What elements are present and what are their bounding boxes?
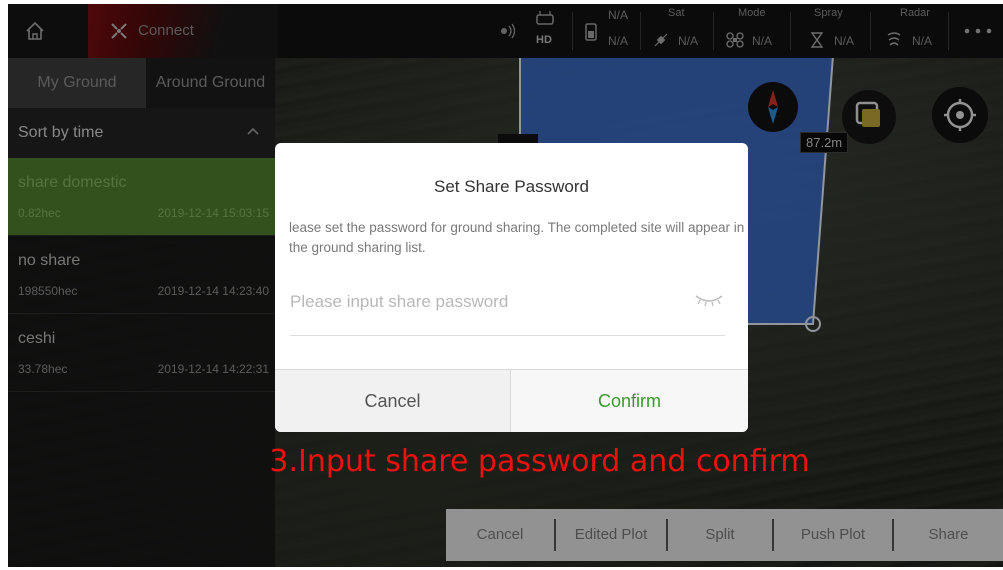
- confirm-button[interactable]: Confirm: [511, 370, 748, 432]
- cancel-button[interactable]: Cancel: [275, 370, 511, 432]
- share-password-dialog: Set Share Password lease set the passwor…: [275, 143, 748, 432]
- share-password-input[interactable]: [290, 287, 675, 317]
- eye-closed-icon[interactable]: [694, 293, 724, 307]
- app-window: 87.2m Connect HD N/A N/A Sat N/A Mode N/…: [8, 4, 1003, 567]
- dialog-title: Set Share Password: [434, 177, 589, 196]
- dialog-button-row: Cancel Confirm: [275, 369, 748, 432]
- input-underline: [290, 335, 725, 336]
- dialog-description: lease set the password for ground sharin…: [289, 220, 745, 255]
- instruction-caption: 3.Input share password and confirm: [269, 444, 810, 479]
